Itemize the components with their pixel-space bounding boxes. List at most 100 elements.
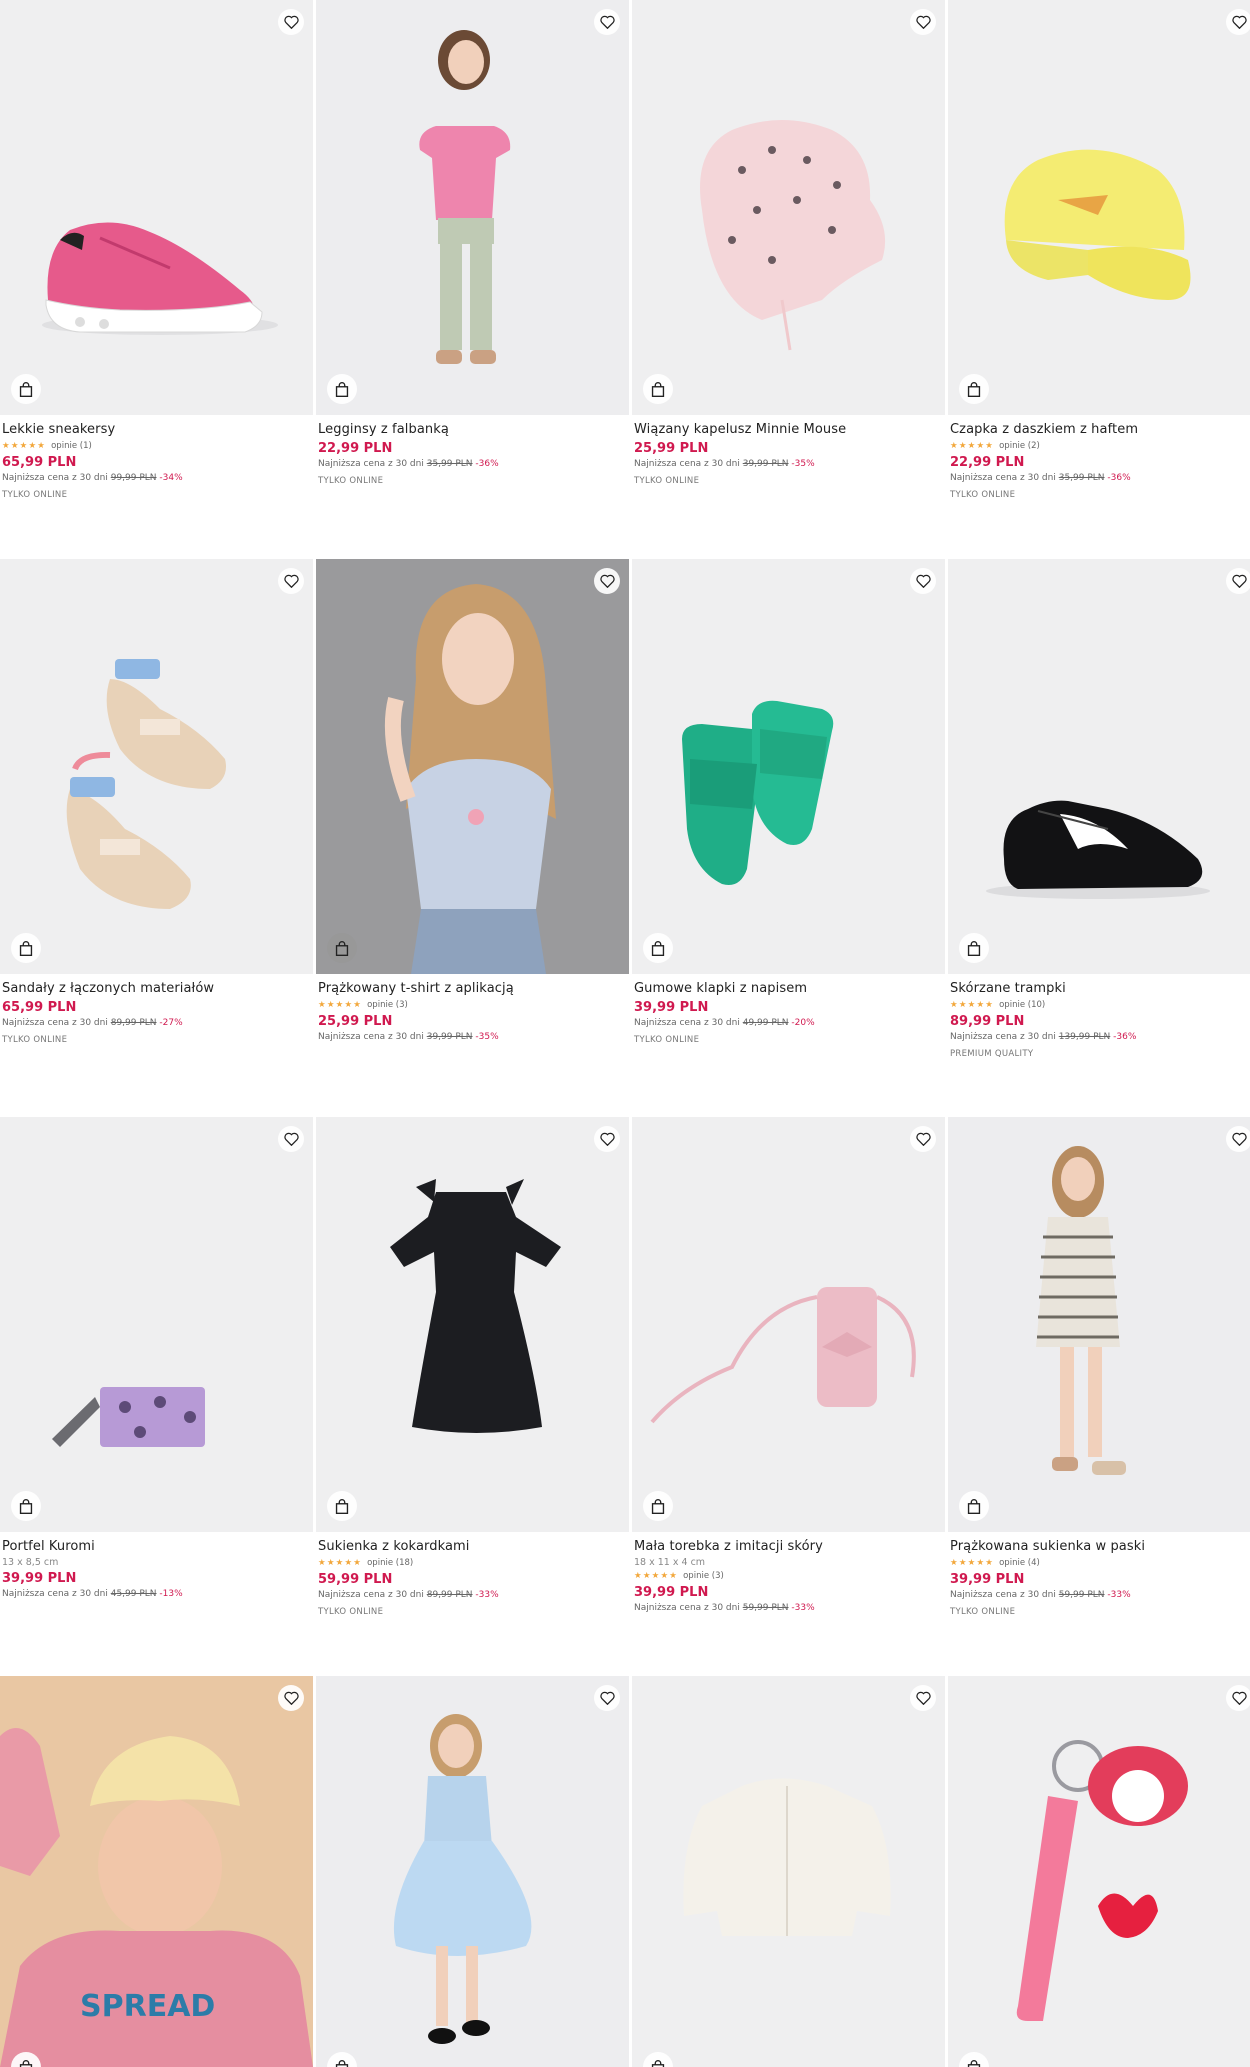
- product-image[interactable]: SPREAD: [0, 1676, 313, 2067]
- product-name[interactable]: Mała torebka z imitacji skóry: [634, 1538, 945, 1556]
- product-name[interactable]: Wiązany kapelusz Minnie Mouse: [634, 421, 945, 439]
- product-price: 22,99 PLN: [950, 455, 1025, 470]
- lowest-price-info: Najniższa cena z 30 dni 35,99 PLN -36%: [318, 458, 629, 471]
- product-image[interactable]: [316, 0, 629, 415]
- product-image[interactable]: [948, 0, 1250, 415]
- product-image[interactable]: [948, 1117, 1250, 1532]
- rating-opinions[interactable]: opinie (18): [367, 1558, 413, 1568]
- product-image[interactable]: [0, 1117, 313, 1532]
- shopping-bag-icon[interactable]: [11, 1491, 41, 1521]
- shopping-bag-icon[interactable]: [327, 1491, 357, 1521]
- product-rating: ★★★★★ opinie (2): [950, 439, 1250, 453]
- product-image[interactable]: [948, 1676, 1250, 2067]
- favorite-heart-icon[interactable]: [594, 568, 620, 594]
- product-card[interactable]: Prążkowany t-shirt z aplikacją ★★★★★ opin…: [316, 559, 629, 1044]
- product-card[interactable]: Wiązany kapelusz Minnie Mouse 25,99 PLN …: [632, 0, 945, 487]
- product-name[interactable]: Sandały z łączonych materiałów: [2, 980, 313, 998]
- old-price: 89,99 PLN: [110, 1018, 157, 1028]
- product-name[interactable]: Skórzane trampki: [950, 980, 1250, 998]
- lowest-price-label: Najniższa cena z 30 dni: [634, 459, 740, 469]
- product-dimensions: 13 x 8,5 cm: [2, 1557, 59, 1568]
- old-price: 89,99 PLN: [426, 1590, 473, 1600]
- product-card[interactable]: Legginsy z falbanką 22,99 PLN Najniższa …: [316, 0, 629, 487]
- lowest-price-label: Najniższa cena z 30 dni: [2, 473, 108, 483]
- shopping-bag-icon[interactable]: [643, 1491, 673, 1521]
- product-name[interactable]: Portfel Kuromi: [2, 1538, 313, 1556]
- old-price: 49,99 PLN: [742, 1018, 789, 1028]
- old-price: 59,99 PLN: [742, 1603, 789, 1613]
- favorite-heart-icon[interactable]: [1226, 9, 1250, 35]
- rating-opinions[interactable]: opinie (10): [999, 1000, 1045, 1010]
- product-image[interactable]: [316, 559, 629, 974]
- old-price: 139,99 PLN: [1058, 1032, 1111, 1042]
- product-image[interactable]: [632, 1117, 945, 1532]
- shopping-bag-icon[interactable]: [11, 374, 41, 404]
- product-card[interactable]: Prążkowana sukienka w paski ★★★★★ opinie …: [948, 1117, 1250, 1618]
- product-card[interactable]: [316, 1676, 629, 2067]
- product-card[interactable]: SPREAD: [0, 1676, 313, 2067]
- rating-opinions[interactable]: opinie (3): [367, 1000, 408, 1010]
- product-image[interactable]: [632, 1676, 945, 2067]
- shopping-bag-icon[interactable]: [11, 933, 41, 963]
- favorite-heart-icon[interactable]: [1226, 1685, 1250, 1711]
- shopping-bag-icon[interactable]: [643, 933, 673, 963]
- favorite-heart-icon[interactable]: [594, 9, 620, 35]
- shopping-bag-icon[interactable]: [327, 933, 357, 963]
- product-card[interactable]: Gumowe klapki z napisem 39,99 PLN Najniż…: [632, 559, 945, 1046]
- product-name[interactable]: Lekkie sneakersy: [2, 421, 313, 439]
- favorite-heart-icon[interactable]: [1226, 1126, 1250, 1152]
- rating-opinions[interactable]: opinie (1): [51, 441, 92, 451]
- product-card[interactable]: Portfel Kuromi 13 x 8,5 cm 39,99 PLN Naj…: [0, 1117, 313, 1601]
- product-image[interactable]: [0, 559, 313, 974]
- product-name[interactable]: Gumowe klapki z napisem: [634, 980, 945, 998]
- product-name[interactable]: Prążkowany t-shirt z aplikacją: [318, 980, 629, 998]
- product-card[interactable]: Czapka z daszkiem z haftem ★★★★★ opinie (…: [948, 0, 1250, 501]
- product-image[interactable]: [948, 559, 1250, 974]
- product-card[interactable]: Skórzane trampki ★★★★★ opinie (10) 89,99 …: [948, 559, 1250, 1060]
- rating-opinions[interactable]: opinie (4): [999, 1558, 1040, 1568]
- product-rating: ★★★★★ opinie (1): [2, 439, 313, 453]
- product-card[interactable]: Lekkie sneakersy ★★★★★ opinie (1) 65,99 P…: [0, 0, 313, 501]
- svg-text:SPREAD: SPREAD: [80, 1989, 215, 2024]
- product-name[interactable]: Legginsy z falbanką: [318, 421, 629, 439]
- product-tag: TYLKO ONLINE: [318, 476, 384, 486]
- lowest-price-label: Najniższa cena z 30 dni: [634, 1018, 740, 1028]
- product-card[interactable]: Mała torebka z imitacji skóry 18 x 11 x …: [632, 1117, 945, 1615]
- shopping-bag-icon[interactable]: [959, 933, 989, 963]
- product-card[interactable]: [632, 1676, 945, 2067]
- favorite-heart-icon[interactable]: [278, 568, 304, 594]
- old-price: 39,99 PLN: [742, 459, 789, 469]
- product-card[interactable]: Sandały z łączonych materiałów 65,99 PLN…: [0, 559, 313, 1046]
- favorite-heart-icon[interactable]: [278, 1685, 304, 1711]
- product-image[interactable]: [316, 1117, 629, 1532]
- product-image[interactable]: [632, 559, 945, 974]
- shopping-bag-icon[interactable]: [643, 374, 673, 404]
- lowest-price-info: Najniższa cena z 30 dni 89,99 PLN -27%: [2, 1017, 313, 1030]
- shopping-bag-icon[interactable]: [959, 1491, 989, 1521]
- product-name[interactable]: Sukienka z kokardkami: [318, 1538, 629, 1556]
- product-name[interactable]: Prążkowana sukienka w paski: [950, 1538, 1250, 1556]
- product-image[interactable]: [632, 0, 945, 415]
- favorite-heart-icon[interactable]: [910, 9, 936, 35]
- lowest-price-label: Najniższa cena z 30 dni: [2, 1018, 108, 1028]
- rating-stars: ★★★★★: [950, 1558, 995, 1568]
- product-image[interactable]: [316, 1676, 629, 2067]
- favorite-heart-icon[interactable]: [910, 1685, 936, 1711]
- shopping-bag-icon[interactable]: [327, 374, 357, 404]
- lowest-price-info: Najniższa cena z 30 dni 139,99 PLN -36%: [950, 1031, 1250, 1044]
- product-image[interactable]: [0, 0, 313, 415]
- shopping-bag-icon[interactable]: [959, 374, 989, 404]
- product-price: 39,99 PLN: [634, 1000, 709, 1015]
- favorite-heart-icon[interactable]: [594, 1126, 620, 1152]
- favorite-heart-icon[interactable]: [910, 1126, 936, 1152]
- product-card[interactable]: [948, 1676, 1250, 2067]
- rating-opinions[interactable]: opinie (3): [683, 1571, 724, 1581]
- favorite-heart-icon[interactable]: [594, 1685, 620, 1711]
- rating-opinions[interactable]: opinie (2): [999, 441, 1040, 451]
- favorite-heart-icon[interactable]: [910, 568, 936, 594]
- product-name[interactable]: Czapka z daszkiem z haftem: [950, 421, 1250, 439]
- favorite-heart-icon[interactable]: [278, 9, 304, 35]
- product-card[interactable]: Sukienka z kokardkami ★★★★★ opinie (18) 5…: [316, 1117, 629, 1618]
- favorite-heart-icon[interactable]: [278, 1126, 304, 1152]
- favorite-heart-icon[interactable]: [1226, 568, 1250, 594]
